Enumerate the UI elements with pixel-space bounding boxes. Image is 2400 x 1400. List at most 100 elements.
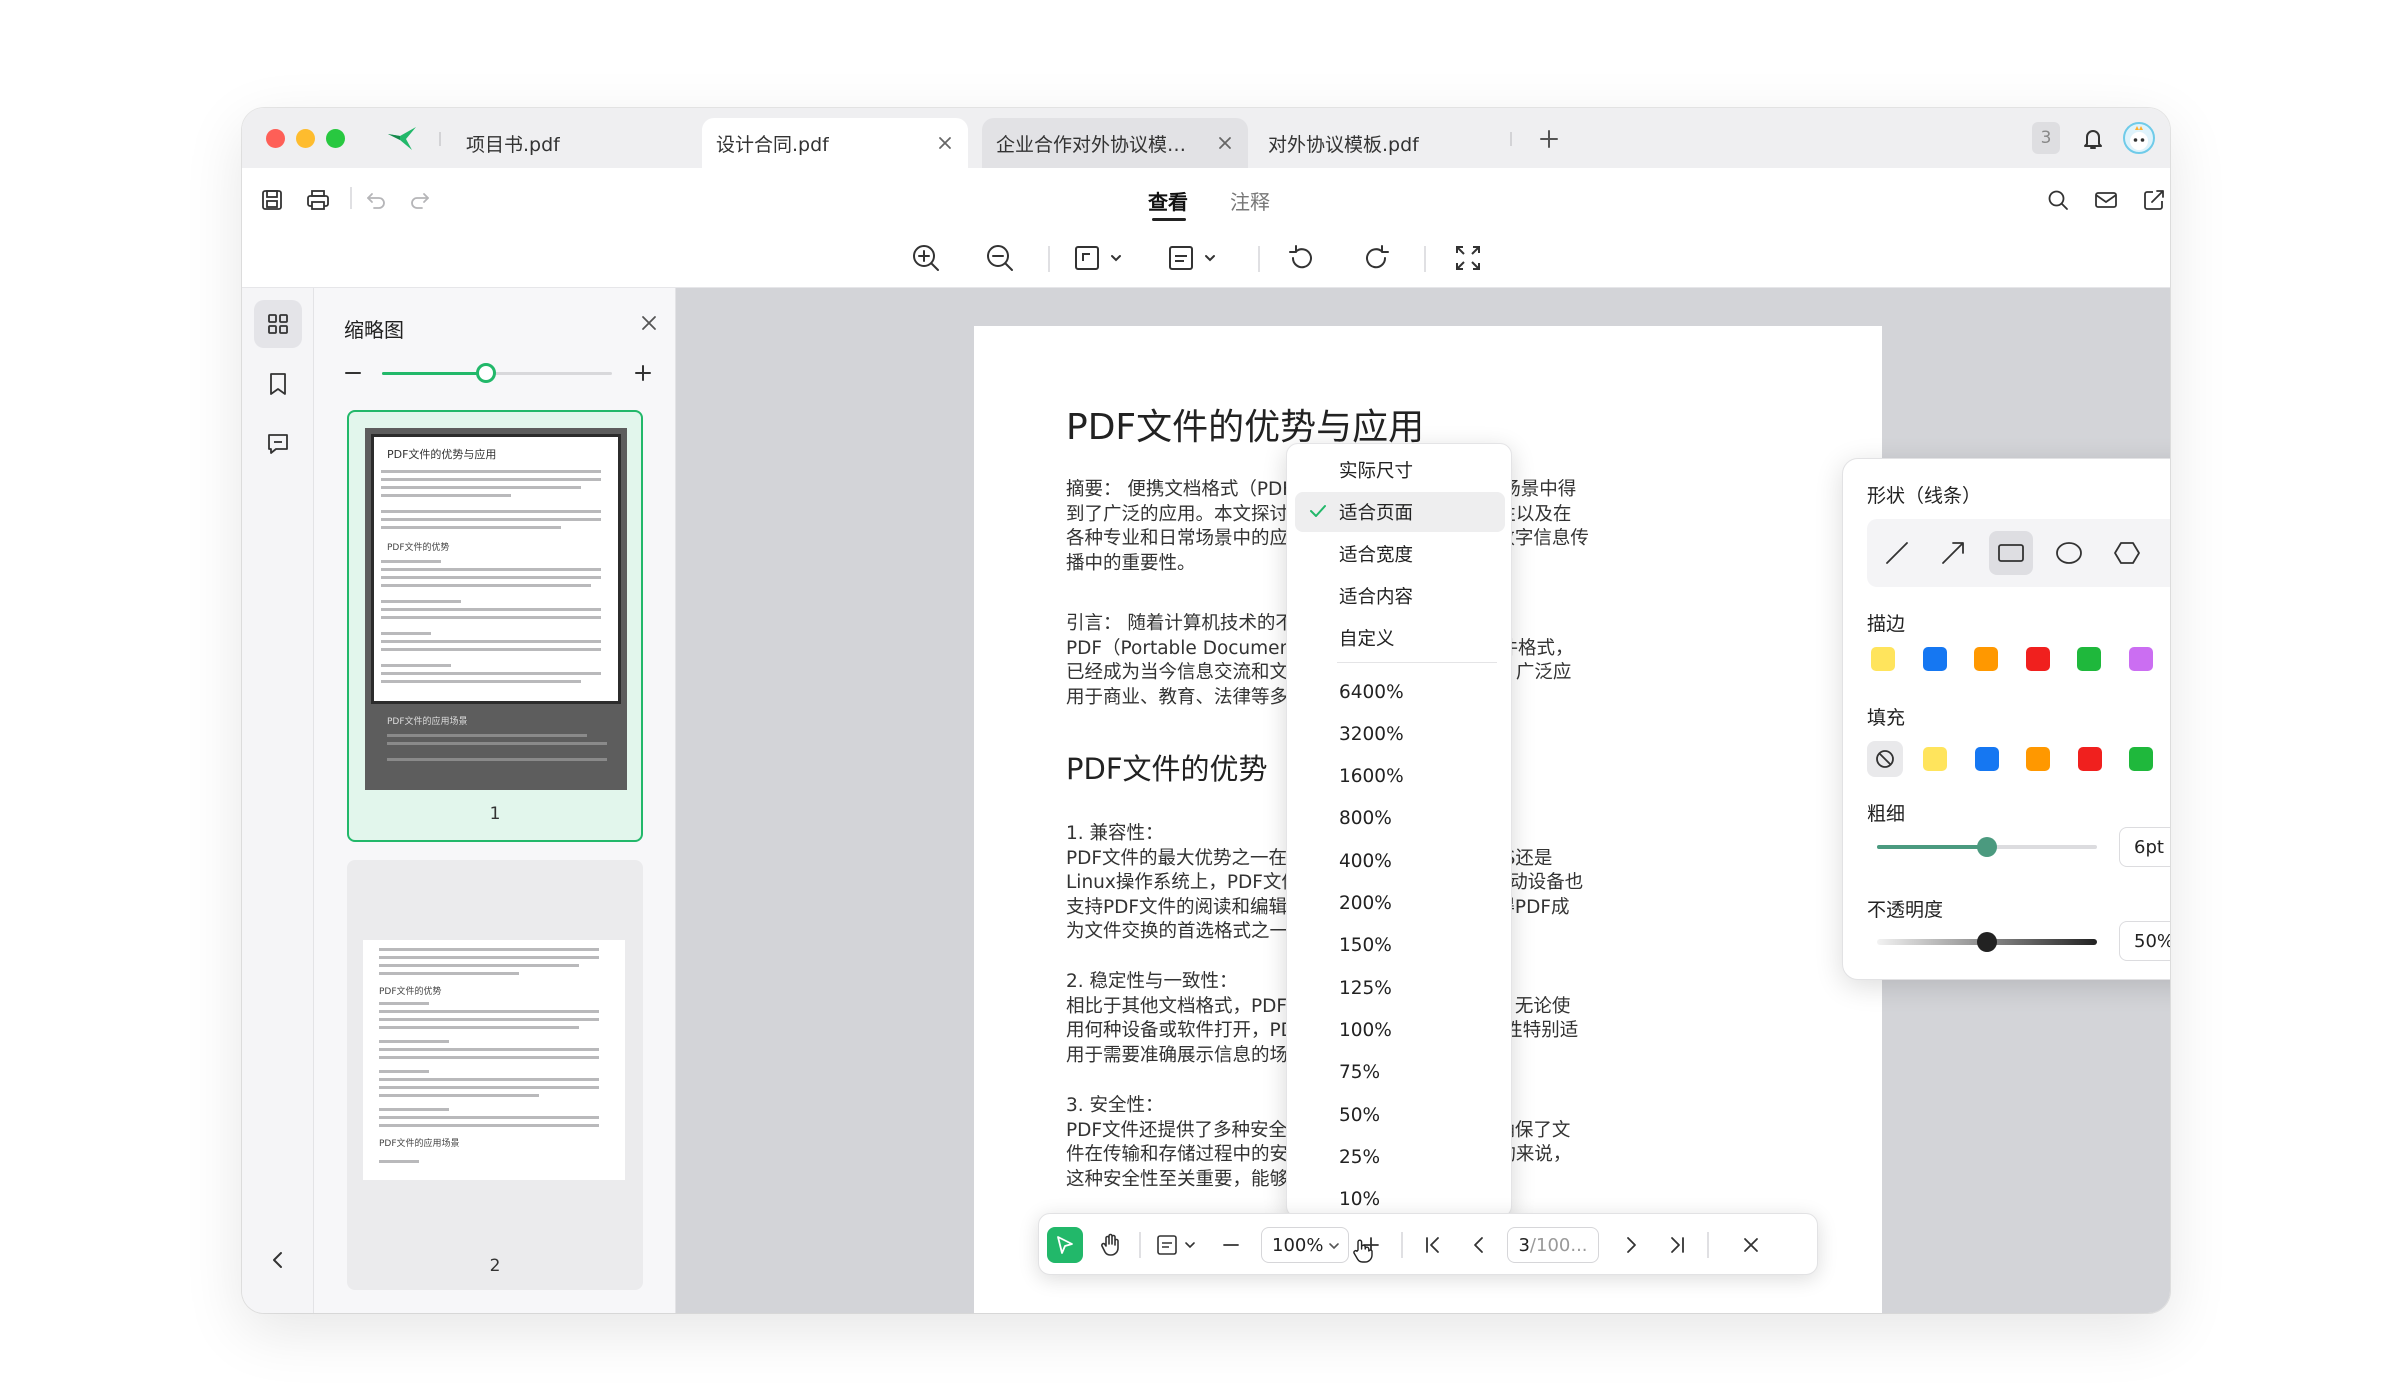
ellipse-icon[interactable] [2047, 531, 2091, 575]
stroke-color-swatch[interactable] [2077, 647, 2101, 671]
zoom-option-percent[interactable]: 75% [1295, 1053, 1505, 1093]
hand-tool-icon[interactable] [1093, 1227, 1129, 1263]
zoom-option-fit-page[interactable]: 适合页面 [1295, 492, 1505, 532]
thumbnails-icon[interactable] [254, 300, 302, 348]
zoom-option-percent[interactable]: 25% [1295, 1137, 1505, 1177]
tab-qiyehezuo[interactable]: 企业合作对外协议模板... [982, 118, 1248, 168]
slider-handle[interactable] [1977, 837, 1997, 857]
rotate-left-icon[interactable] [1282, 238, 1322, 278]
arrow-icon[interactable] [1931, 531, 1975, 575]
zoom-option-custom[interactable]: 自定义 [1295, 618, 1505, 658]
maximize-window-button[interactable] [326, 129, 345, 148]
zoom-option-fit-width[interactable]: 适合宽度 [1295, 534, 1505, 574]
menu-item-label: 150% [1339, 935, 1392, 957]
zoom-in-thumbnails-icon[interactable] [632, 362, 654, 384]
stroke-color-swatch[interactable] [2025, 647, 2050, 671]
tab-xiangmushu[interactable]: 项目书.pdf [452, 118, 692, 168]
zoom-out-thumbnails-icon[interactable] [342, 362, 364, 384]
first-page-icon[interactable] [1415, 1227, 1451, 1263]
comments-icon[interactable] [254, 420, 302, 468]
minimize-window-button[interactable] [296, 129, 315, 148]
close-panel-icon[interactable] [634, 308, 664, 338]
redo-icon[interactable] [402, 182, 438, 218]
stroke-color-swatch[interactable] [1871, 647, 1895, 671]
zoom-option-percent[interactable]: 3200% [1295, 714, 1505, 754]
polyline-icon[interactable] [2161, 531, 2170, 575]
zoom-option-percent[interactable]: 6400% [1295, 672, 1505, 712]
zoom-option-percent[interactable]: 150% [1295, 926, 1505, 966]
fill-color-swatch[interactable] [2129, 747, 2153, 771]
zoom-option-actual-size[interactable]: 实际尺寸 [1295, 450, 1505, 490]
page-layout-menu[interactable] [1153, 1227, 1203, 1263]
undo-icon[interactable] [358, 182, 394, 218]
no-fill-icon[interactable] [1867, 741, 1903, 777]
fit-page-dropdown[interactable] [1072, 238, 1132, 278]
tab-shejihetong[interactable]: 设计合同.pdf [702, 118, 968, 168]
avatar[interactable] [2122, 121, 2156, 155]
zoom-option-percent[interactable]: 200% [1295, 884, 1505, 924]
slider-handle[interactable] [475, 363, 496, 383]
tab-annotate[interactable]: 注释 [1230, 186, 1270, 215]
zoom-level-select[interactable]: 100% [1261, 1227, 1349, 1263]
mail-icon[interactable] [2088, 182, 2124, 218]
fullscreen-icon[interactable] [1448, 238, 1488, 278]
last-page-icon[interactable] [1659, 1227, 1695, 1263]
zoom-in-icon[interactable] [906, 238, 946, 278]
line-icon[interactable] [1875, 531, 1919, 575]
bell-icon[interactable] [2076, 122, 2110, 156]
menu-item-label: 3200% [1339, 723, 1404, 745]
thumbnail-page-2[interactable]: PDF文件的优势 PDF文件的应用场景 2 [347, 860, 643, 1290]
fill-color-swatch[interactable] [1923, 747, 1947, 771]
polygon-icon[interactable] [2105, 531, 2149, 575]
print-icon[interactable] [300, 182, 336, 218]
opacity-label: 不透明度 [1867, 899, 1944, 921]
close-toolbar-icon[interactable] [1733, 1227, 1769, 1263]
page-number-input[interactable]: 3/100... [1507, 1227, 1599, 1263]
zoom-option-percent[interactable]: 1600% [1295, 757, 1505, 797]
opacity-slider[interactable] [1877, 932, 2097, 952]
fill-color-swatch[interactable] [1974, 747, 1999, 771]
tab-duiwaixieyi[interactable]: 对外协议模板.pdf [1254, 118, 1504, 168]
thumbnail-page-1[interactable]: PDF文件的优势与应用 PDF文件的优势 PDF文件的应用场景 1 [347, 410, 643, 842]
zoom-option-percent[interactable]: 800% [1295, 799, 1505, 839]
zoom-option-percent[interactable]: 400% [1295, 841, 1505, 881]
opacity-input[interactable]: 50% [2119, 921, 2170, 961]
stroke-color-swatch[interactable] [1922, 647, 1947, 671]
zoom-option-percent[interactable]: 50% [1295, 1095, 1505, 1135]
thumbnail-size-slider[interactable] [382, 363, 612, 383]
weight-slider[interactable] [1877, 837, 2097, 857]
stroke-color-swatch[interactable] [2128, 647, 2153, 671]
page-layout-dropdown[interactable] [1166, 238, 1226, 278]
previous-page-icon[interactable] [1461, 1227, 1497, 1263]
rotate-right-icon[interactable] [1356, 238, 1396, 278]
zoom-out-button[interactable] [1213, 1227, 1249, 1263]
bookmark-icon[interactable] [254, 360, 302, 408]
save-icon[interactable] [254, 182, 290, 218]
notification-count-badge[interactable]: 3 [2032, 122, 2060, 154]
stroke-color-swatch[interactable] [1974, 647, 1998, 671]
slider-handle[interactable] [1977, 932, 1997, 952]
rectangle-icon[interactable] [1989, 531, 2033, 575]
collapse-sidebar-icon[interactable] [254, 1236, 302, 1284]
zoom-out-icon[interactable] [980, 238, 1020, 278]
select-tool-icon[interactable] [1047, 1227, 1083, 1263]
share-icon[interactable] [2136, 182, 2170, 218]
panel-title: 缩略图 [344, 318, 404, 342]
close-tab-icon[interactable] [936, 134, 954, 152]
tab-label: 对外协议模板.pdf [1268, 133, 1419, 156]
fill-color-swatch[interactable] [2026, 747, 2050, 771]
tab-view[interactable]: 查看 [1148, 186, 1188, 215]
new-tab-button[interactable] [1532, 122, 1566, 156]
weight-select[interactable]: 6pt [2119, 827, 2170, 867]
zoom-option-fit-content[interactable]: 适合内容 [1295, 576, 1505, 616]
close-window-button[interactable] [266, 129, 285, 148]
zoom-option-percent[interactable]: 125% [1295, 968, 1505, 1008]
next-page-icon[interactable] [1613, 1227, 1649, 1263]
zoom-option-percent[interactable]: 100% [1295, 1010, 1505, 1050]
bottom-toolbar: 100% 3/100... [1038, 1213, 1818, 1275]
fill-color-swatch[interactable] [2077, 747, 2102, 771]
close-tab-icon[interactable] [1216, 134, 1234, 152]
search-icon[interactable] [2040, 182, 2076, 218]
tab-label: 企业合作对外协议模板... [996, 133, 1202, 156]
sidebar-rail [242, 288, 314, 1313]
